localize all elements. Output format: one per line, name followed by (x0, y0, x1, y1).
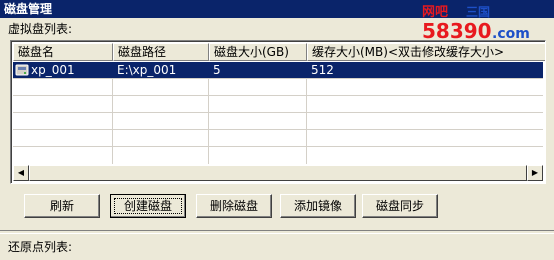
watermark-line1: 网吧 (422, 5, 448, 20)
grid-line (13, 95, 543, 96)
create-disk-button[interactable]: 创建磁盘 (110, 194, 186, 218)
column-header-disk-name[interactable]: 磁盘名 (13, 43, 113, 61)
restore-point-list-label: 还原点列表: (8, 240, 73, 254)
site-watermark: 网吧 三国 58390 .com (422, 5, 530, 42)
grid-line (13, 129, 543, 130)
watermark-line2: 58390 (422, 19, 492, 42)
list-header: 磁盘名 磁盘路径 磁盘大小(GB) 缓存大小(MB)<双击修改缓存大小> (13, 43, 545, 61)
cell-cache-size[interactable]: 512 (307, 62, 541, 78)
virtual-disk-list-label: 虚拟盘列表: (8, 22, 73, 36)
delete-disk-button[interactable]: 删除磁盘 (196, 194, 272, 218)
horizontal-scrollbar[interactable]: ◀ ▶ (13, 165, 543, 181)
refresh-button[interactable]: 刷新 (24, 194, 100, 218)
cell-disk-size: 5 (213, 63, 221, 77)
scroll-thumb[interactable] (29, 165, 527, 181)
divider (0, 230, 554, 234)
cell-disk-name: xp_001 (31, 63, 75, 77)
virtual-disk-list[interactable]: 磁盘名 磁盘路径 磁盘大小(GB) 缓存大小(MB)<双击修改缓存大小> xp_… (10, 40, 546, 184)
cell-disk-path: E:\xp_001 (117, 63, 177, 77)
grid-line (13, 112, 543, 113)
table-row[interactable]: xp_001 E:\xp_001 5 512 (13, 62, 543, 78)
scroll-right-button[interactable]: ▶ (527, 165, 543, 181)
grid-line (13, 146, 543, 147)
scroll-left-button[interactable]: ◀ (13, 165, 29, 181)
grid-line (13, 78, 543, 79)
list-body: xp_001 E:\xp_001 5 512 (13, 62, 543, 164)
column-header-cache-size[interactable]: 缓存大小(MB)<双击修改缓存大小> (307, 43, 545, 61)
add-mirror-button[interactable]: 添加镜像 (280, 194, 356, 218)
watermark-corner: 三国 (466, 5, 490, 19)
column-header-disk-size[interactable]: 磁盘大小(GB) (209, 43, 307, 61)
sync-disk-button[interactable]: 磁盘同步 (362, 194, 438, 218)
window-title: 磁盘管理 (4, 2, 53, 16)
column-header-disk-path[interactable]: 磁盘路径 (113, 43, 209, 61)
